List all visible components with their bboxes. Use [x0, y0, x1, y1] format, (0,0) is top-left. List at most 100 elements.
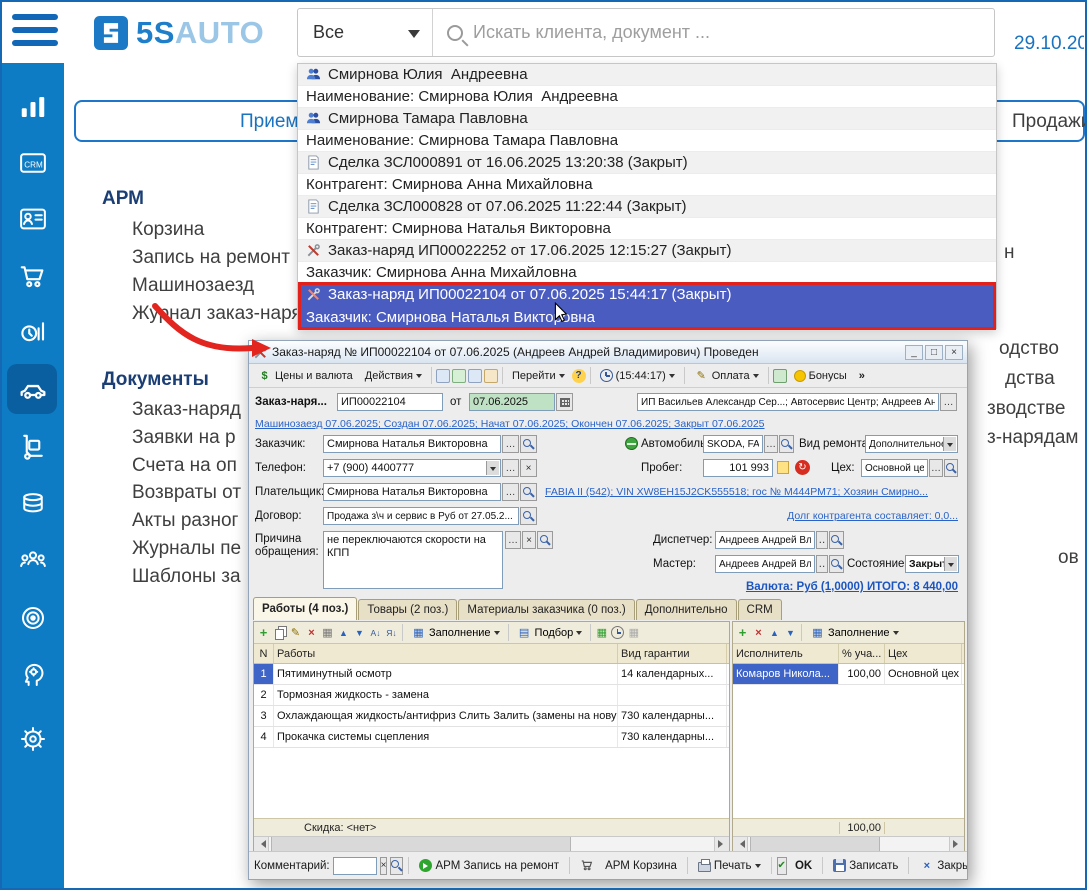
refresh-form-icon[interactable]: [436, 369, 450, 383]
move-up-icon[interactable]: ▲: [336, 625, 351, 640]
calendar-button[interactable]: [556, 393, 573, 411]
table-row[interactable]: 2 Тормозная жидкость - замена: [254, 685, 729, 706]
dispatcher-select-button[interactable]: ‥: [816, 531, 828, 549]
works-hscrollbar[interactable]: [254, 836, 729, 851]
search-result-title[interactable]: Сделка ЗСЛ000891 от 16.06.2025 13:20:38 …: [298, 152, 996, 174]
payer-field[interactable]: Смирнова Наталья Викторовна: [323, 483, 501, 501]
repair-type-combo[interactable]: Дополнительное: [865, 435, 958, 453]
send-icon[interactable]: [484, 369, 498, 383]
copy-doc-icon[interactable]: [468, 369, 482, 383]
sidebar-item-stats[interactable]: [15, 89, 51, 125]
scroll-thumb[interactable]: [271, 837, 571, 851]
search-result-title-selected[interactable]: Заказ-наряд ИП00022104 от 07.06.2025 15:…: [298, 284, 996, 306]
sidebar-item-logistics[interactable]: [15, 429, 51, 465]
close-icon[interactable]: ×: [945, 345, 963, 360]
doc-number-field[interactable]: ИП00022104: [337, 393, 443, 411]
car-open-button[interactable]: [779, 435, 794, 453]
delete-icon[interactable]: ×: [751, 625, 766, 640]
table-row[interactable]: 1 Пятиминутный осмотр 14 календарных...: [254, 664, 729, 685]
search-result-title[interactable]: Смирнова Юлия Андреевна: [298, 64, 996, 86]
doc-date-field[interactable]: 07.06.2025: [469, 393, 555, 411]
nav-item-scheta[interactable]: Счета на оп: [132, 455, 237, 477]
reason-open-button[interactable]: [537, 531, 553, 549]
payer-open-button[interactable]: [520, 483, 537, 501]
sidebar-item-targets[interactable]: [15, 600, 51, 636]
search-filter-select[interactable]: Все: [298, 9, 433, 56]
nav-item-zapis-na-remont[interactable]: Запись на ремонт: [132, 247, 290, 269]
car-field[interactable]: SKODA, FABIA I: [703, 435, 763, 453]
add-table-icon[interactable]: ▦: [594, 625, 609, 640]
search-result-detail[interactable]: Наименование: Смирнова Юлия Андреевна: [298, 86, 996, 108]
mileage-note-icon[interactable]: [777, 461, 789, 474]
fill-button[interactable]: ▦Заполнение: [805, 622, 904, 643]
arm-cart-button[interactable]: АРМ Корзина: [575, 855, 682, 876]
goto-button[interactable]: Перейти: [507, 367, 570, 385]
sidebar-item-team[interactable]: [15, 543, 51, 579]
performers-hscrollbar[interactable]: [733, 836, 964, 851]
fill-button[interactable]: ▦Заполнение: [406, 622, 505, 643]
tab-customer-materials[interactable]: Материалы заказчика (0 поз.): [458, 599, 634, 620]
pick-button[interactable]: ▤Подбор: [512, 622, 588, 643]
table-row[interactable]: 4 Прокачка системы сцепления 730 календа…: [254, 727, 729, 748]
payment-button[interactable]: ✎Оплата: [689, 365, 764, 386]
dispatcher-open-button[interactable]: [829, 531, 844, 549]
search-input[interactable]: [473, 22, 953, 43]
state-combo[interactable]: Закрыт: [905, 555, 959, 573]
search-result-detail-selected[interactable]: Заказчик: Смирнова Наталья Викторовна: [298, 306, 996, 328]
nav-item-zhurnaly[interactable]: Журналы пе: [132, 538, 241, 560]
nav-item-akty[interactable]: Акты разног: [132, 510, 238, 532]
table-row[interactable]: Комаров Никола... 100,00 Основной цех: [733, 664, 964, 685]
tab-goods[interactable]: Товары (2 поз.): [358, 599, 457, 620]
edit-icon[interactable]: ✎: [288, 625, 303, 640]
scroll-thumb[interactable]: [750, 837, 880, 851]
shop-open-button[interactable]: [944, 459, 958, 477]
close-button[interactable]: ×Закрыть: [914, 855, 967, 876]
nav-item-vozvraty[interactable]: Возвраты от: [132, 482, 241, 504]
phone-combo[interactable]: +7 (900) 4400777: [323, 459, 501, 477]
actions-button[interactable]: Действия: [360, 367, 427, 385]
nav-item-korzina[interactable]: Корзина: [132, 219, 204, 241]
dispatcher-field[interactable]: Андреев Андрей Вл: [715, 531, 815, 549]
reason-clear-button[interactable]: ×: [522, 531, 536, 549]
scroll-left-icon[interactable]: [254, 837, 269, 851]
move-down-icon[interactable]: ▼: [352, 625, 367, 640]
nav-item-mashinozaezd[interactable]: Машинозаезд: [132, 275, 254, 297]
print-button[interactable]: Печать: [693, 856, 766, 875]
sidebar-item-vehicles[interactable]: [15, 371, 51, 407]
chevron-down-icon[interactable]: [943, 437, 956, 451]
time-button[interactable]: (15:44:17): [595, 366, 680, 385]
ok-button[interactable]: OK: [790, 857, 817, 875]
move-down-icon[interactable]: ▼: [783, 625, 798, 640]
page-tab-sales[interactable]: Продажи: [1012, 111, 1087, 133]
scroll-right-icon[interactable]: [714, 837, 729, 851]
chevron-down-icon[interactable]: [944, 557, 957, 571]
reason-select-button[interactable]: …: [505, 531, 521, 549]
arm-repair-button[interactable]: АРМ Запись на ремонт: [414, 856, 564, 875]
customer-select-button[interactable]: …: [502, 435, 519, 453]
debt-link[interactable]: Долг контрагента составляет: 0,0...: [729, 510, 958, 522]
comment-input[interactable]: [333, 857, 377, 875]
nav-item-shablony[interactable]: Шаблоны за: [132, 566, 241, 588]
search-result-detail[interactable]: Заказчик: Смирнова Анна Михайловна: [298, 262, 996, 284]
table-green-icon[interactable]: [773, 369, 787, 383]
maximize-icon[interactable]: □: [925, 345, 943, 360]
table-row[interactable]: 3 Охлаждающая жидкость/антифриз Слить За…: [254, 706, 729, 727]
phone-clear-button[interactable]: ×: [520, 459, 537, 477]
logo[interactable]: 5SAUTO: [94, 15, 264, 51]
sidebar-item-knowledge[interactable]: [15, 657, 51, 693]
sidebar-item-crm[interactable]: CRM: [15, 145, 51, 181]
search-result-title[interactable]: Сделка ЗСЛ000828 от 07.06.2025 11:22:44 …: [298, 196, 996, 218]
sidebar-item-cart[interactable]: [15, 258, 51, 294]
move-up-icon[interactable]: ▲: [767, 625, 782, 640]
mileage-field[interactable]: 101 993: [703, 459, 773, 477]
shop-field[interactable]: Основной цех: [861, 459, 928, 477]
reason-field[interactable]: не переключаются скорости на КПП: [323, 531, 503, 589]
contract-field[interactable]: Продажа з\ч и сервис в Руб от 27.05.2...: [323, 507, 519, 525]
organization-field[interactable]: ИП Васильев Александр Сер...; Автосервис…: [637, 393, 939, 411]
toolbar-more-button[interactable]: »: [854, 367, 870, 385]
mileage-refresh-icon[interactable]: ↻: [795, 460, 810, 475]
minimize-icon[interactable]: _: [905, 345, 923, 360]
comment-open-button[interactable]: [390, 857, 403, 875]
customer-field[interactable]: Смирнова Наталья Викторовна: [323, 435, 501, 453]
sidebar-item-clients[interactable]: [15, 201, 51, 237]
